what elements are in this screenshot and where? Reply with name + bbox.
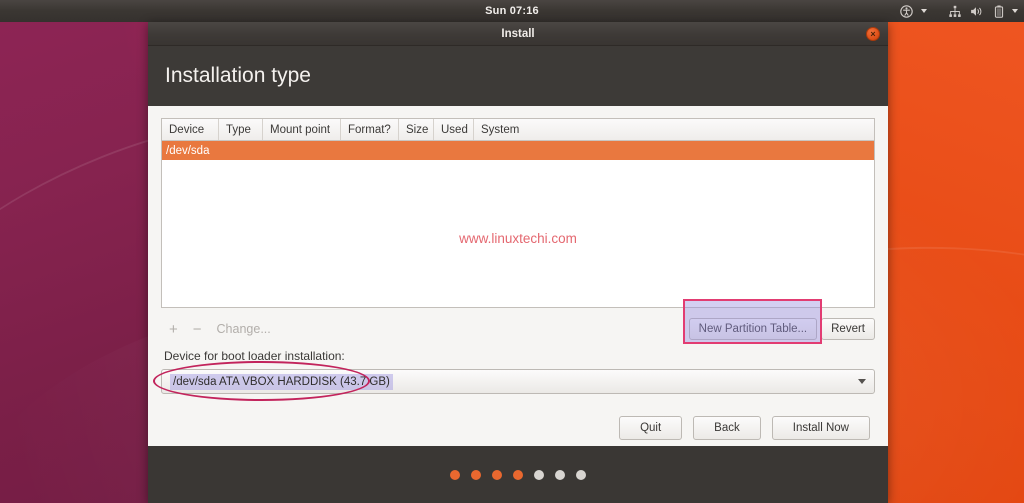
progress-dot-1 [450, 469, 460, 480]
column-header-size[interactable]: Size [399, 119, 434, 140]
boot-loader-select[interactable]: /dev/sda ATA VBOX HARDDISK (43.7 GB) [161, 369, 875, 394]
boot-loader-label: Device for boot loader installation: [164, 349, 345, 363]
remove-partition-button[interactable]: − [193, 321, 202, 338]
installer-window: Install × Installation type Device Type … [148, 22, 888, 503]
page-title: Installation type [165, 64, 311, 87]
accessibility-icon[interactable] [900, 4, 913, 18]
volume-icon[interactable] [969, 5, 983, 18]
network-icon[interactable] [948, 5, 962, 18]
action-buttons: Quit Back Install Now [161, 416, 875, 440]
accessibility-chevron-down-icon[interactable] [921, 9, 927, 13]
boot-loader-selected-value: /dev/sda ATA VBOX HARDDISK (43.7 GB) [170, 373, 393, 390]
system-tray [900, 0, 1018, 22]
window-titlebar[interactable]: Install × [148, 22, 888, 46]
quit-button[interactable]: Quit [619, 416, 683, 440]
partition-table-body: /dev/sda [162, 141, 874, 160]
partition-toolbar-left: + − Change... [161, 321, 271, 338]
partition-toolbar: + − Change... New Partition Table... Rev… [161, 299, 875, 346]
progress-dot-6 [555, 469, 565, 480]
partition-table[interactable]: Device Type Mount point Format? Size Use… [161, 118, 875, 308]
back-button[interactable]: Back [693, 416, 761, 440]
table-row[interactable]: /dev/sda [162, 141, 874, 160]
partition-toolbar-right: New Partition Table... Revert [688, 318, 875, 340]
progress-dot-5 [534, 469, 544, 480]
new-partition-table-button[interactable]: New Partition Table... [688, 318, 818, 340]
watermark: www.linuxtechi.com [459, 231, 577, 246]
progress-dot-2 [471, 469, 481, 480]
change-partition-button[interactable]: Change... [217, 322, 271, 336]
revert-button[interactable]: Revert [821, 318, 875, 340]
chevron-down-icon[interactable] [858, 379, 866, 384]
column-header-type[interactable]: Type [219, 119, 263, 140]
column-header-format[interactable]: Format? [341, 119, 399, 140]
boot-loader-row: /dev/sda ATA VBOX HARDDISK (43.7 GB) [153, 361, 875, 401]
installer-content: Device Type Mount point Format? Size Use… [148, 106, 888, 446]
partition-table-header: Device Type Mount point Format? Size Use… [162, 119, 874, 141]
add-partition-button[interactable]: + [169, 321, 178, 338]
battery-icon[interactable] [994, 4, 1004, 18]
progress-dot-3 [492, 469, 502, 480]
top-panel: Sun 07:16 [0, 0, 1024, 22]
progress-dots [148, 446, 888, 503]
install-now-button[interactable]: Install Now [771, 416, 870, 440]
column-header-system[interactable]: System [474, 119, 874, 140]
progress-dot-4 [513, 469, 523, 480]
row-device-label: /dev/sda [166, 144, 210, 157]
close-icon[interactable]: × [866, 27, 880, 41]
battery-chevron-down-icon[interactable] [1012, 9, 1018, 13]
window-title: Install [501, 27, 535, 40]
clock-indicator[interactable]: Sun 07:16 [0, 5, 1024, 17]
column-header-used[interactable]: Used [434, 119, 474, 140]
column-header-device[interactable]: Device [162, 119, 219, 140]
progress-dot-7 [576, 469, 586, 480]
page-header: Installation type [148, 46, 888, 106]
column-header-mount-point[interactable]: Mount point [263, 119, 341, 140]
